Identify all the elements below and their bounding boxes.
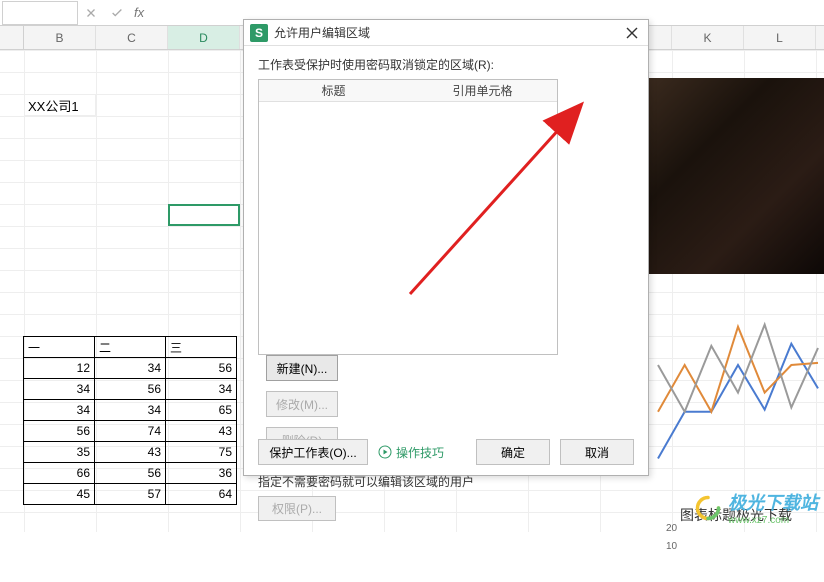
check-formula-icon[interactable]: [104, 1, 130, 25]
table-cell[interactable]: 56: [166, 358, 237, 379]
ok-button[interactable]: 确定: [476, 439, 550, 465]
table-cell[interactable]: 34: [24, 400, 95, 421]
table-cell[interactable]: 56: [24, 421, 95, 442]
modify-button[interactable]: 修改(M)...: [266, 391, 338, 417]
table-cell[interactable]: 75: [166, 442, 237, 463]
listbox-col-title: 标题: [259, 80, 408, 101]
fx-label[interactable]: fx: [134, 5, 144, 20]
close-icon[interactable]: [622, 23, 642, 43]
table-cell[interactable]: 57: [95, 484, 166, 505]
table-cell[interactable]: 34: [95, 358, 166, 379]
ranges-listbox[interactable]: 标题 引用单元格: [258, 79, 558, 355]
table-cell[interactable]: 34: [166, 379, 237, 400]
table-cell[interactable]: 34: [95, 400, 166, 421]
swirl-icon: [694, 494, 722, 522]
table-header[interactable]: 二: [95, 337, 166, 358]
allow-edit-ranges-dialog: S 允许用户编辑区域 工作表受保护时使用密码取消锁定的区域(R): 标题 引用单…: [243, 19, 649, 476]
table-header[interactable]: 一: [24, 337, 95, 358]
cell-content[interactable]: XX公司1: [24, 94, 96, 116]
data-table[interactable]: 一 二 三 1234563456343434655674433543756656…: [23, 336, 237, 505]
col-header-selected[interactable]: D: [168, 26, 240, 49]
table-header[interactable]: 三: [166, 337, 237, 358]
col-header[interactable]: C: [96, 26, 168, 49]
cancel-button[interactable]: 取消: [560, 439, 634, 465]
table-cell[interactable]: 35: [24, 442, 95, 463]
watermark-logo: 极光下载站 www.xz7.com: [694, 489, 818, 526]
table-cell[interactable]: 74: [95, 421, 166, 442]
embedded-image[interactable]: [648, 78, 824, 274]
ranges-label: 工作表受保护时使用密码取消锁定的区域(R):: [258, 56, 634, 73]
app-icon: S: [250, 24, 268, 42]
line-chart[interactable]: 图表标题极光下载 20 10: [648, 304, 824, 582]
table-cell[interactable]: 34: [24, 379, 95, 400]
table-cell[interactable]: 56: [95, 463, 166, 484]
tips-link[interactable]: 操作技巧: [378, 444, 466, 461]
table-cell[interactable]: 43: [166, 421, 237, 442]
table-cell[interactable]: 43: [95, 442, 166, 463]
table-cell[interactable]: 12: [24, 358, 95, 379]
table-cell[interactable]: 64: [166, 484, 237, 505]
permissions-button[interactable]: 权限(P)...: [258, 496, 336, 521]
col-header[interactable]: K: [672, 26, 744, 49]
table-cell[interactable]: 56: [95, 379, 166, 400]
active-cell-cursor[interactable]: [168, 204, 240, 226]
table-cell[interactable]: 45: [24, 484, 95, 505]
listbox-col-ref: 引用单元格: [408, 80, 557, 101]
protect-sheet-button[interactable]: 保护工作表(O)...: [258, 439, 368, 465]
play-icon: [378, 445, 392, 459]
dialog-title: 允许用户编辑区域: [274, 24, 622, 41]
cancel-formula-icon[interactable]: [78, 1, 104, 25]
new-button[interactable]: 新建(N)...: [266, 355, 338, 381]
col-header[interactable]: B: [24, 26, 96, 49]
col-header[interactable]: L: [744, 26, 816, 49]
y-tick-label: 20: [666, 523, 677, 534]
table-cell[interactable]: 36: [166, 463, 237, 484]
table-cell[interactable]: 66: [24, 463, 95, 484]
permissions-label: 指定不需要密码就可以编辑该区域的用户: [258, 473, 634, 490]
name-box[interactable]: [2, 1, 78, 25]
select-all-corner[interactable]: [0, 26, 24, 49]
table-cell[interactable]: 65: [166, 400, 237, 421]
chart-svg: [648, 304, 824, 494]
dialog-titlebar[interactable]: S 允许用户编辑区域: [244, 20, 648, 46]
y-tick-label: 10: [666, 541, 677, 552]
